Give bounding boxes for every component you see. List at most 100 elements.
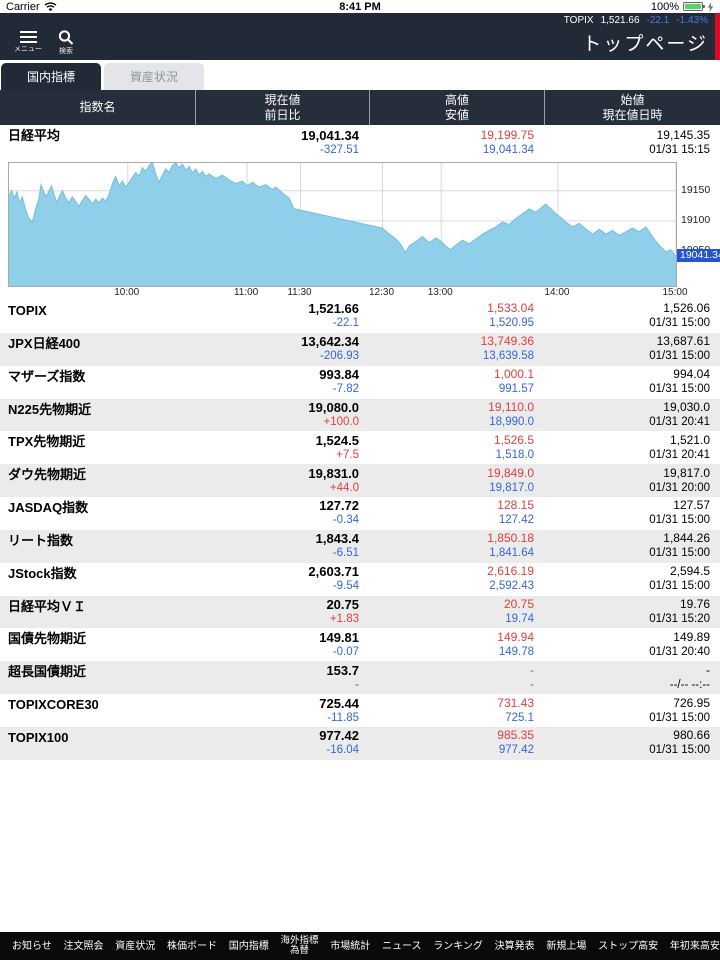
tab-domestic-indices[interactable]: 国内指標 [1,63,101,90]
high-value: 19,849.0 [369,466,534,481]
change-value: -0.07 [195,645,359,660]
low-value: 1,841.64 [369,546,534,561]
empty-area [0,760,720,932]
index-row[interactable]: 日経平均ＶＩ 20.75 +1.83 20.75 19.74 19.76 01/… [0,596,720,629]
bottom-nav-item[interactable]: 国内指標 [229,941,269,952]
bottom-nav-item[interactable]: 資産状況 [115,941,155,952]
quote-datetime: 01/31 15:00 [544,711,710,726]
quote-datetime: 01/31 20:41 [544,415,710,430]
change-value: - [195,678,359,693]
status-bar: Carrier 8:41 PM 100% [0,0,720,13]
open-value: 2,594.5 [544,564,710,579]
change-value: -327.51 [195,143,359,158]
change-value: +7.5 [195,448,359,463]
low-value: 991.57 [369,382,534,397]
index-row[interactable]: リート指数 1,843.4 -6.51 1,850.18 1,841.64 1,… [0,530,720,563]
index-row[interactable]: JASDAQ指数 127.72 -0.34 128.15 127.42 127.… [0,497,720,530]
index-row[interactable]: TOPIX 1,521.66 -22.1 1,533.04 1,520.95 1… [0,300,720,333]
bottom-nav-item[interactable]: 新規上場 [546,941,586,952]
open-value: 13,687.61 [544,334,710,349]
current-value: 993.84 [195,367,359,382]
low-value: 19,041.34 [369,143,534,158]
index-name: TOPIX100 [0,727,195,760]
open-value: 1,844.26 [544,531,710,546]
search-icon [58,30,74,45]
index-name: JPX日経400 [0,333,195,366]
current-value: 127.72 [195,498,359,513]
ticker-change: -22.1 [647,15,670,26]
quote-datetime: 01/31 15:00 [544,382,710,397]
current-value: 2,603.71 [195,564,359,579]
current-value: 153.7 [195,663,359,678]
bottom-nav-item[interactable]: 海外指標為替 [280,936,318,956]
nikkei-intraday-chart: 191501910019050 19041.34 10:0011:0011:30… [0,160,720,300]
bottom-nav-item[interactable]: ランキング [433,941,483,952]
index-row[interactable]: TOPIX100 977.42 -16.04 985.35 977.42 980… [0,727,720,760]
x-tick-label: 11:30 [277,287,321,298]
low-value: 977.42 [369,743,534,758]
bottom-nav-item[interactable]: 株価ボード [167,941,217,952]
current-value: 1,524.5 [195,433,359,448]
ticker-symbol: TOPIX [564,15,594,26]
bottom-nav-item[interactable]: ストップ高安 [598,941,658,952]
x-tick-label: 13:00 [418,287,462,298]
bottom-nav-item[interactable]: 市場統計 [330,941,370,952]
carrier-label: Carrier [6,1,40,13]
index-row[interactable]: JPX日経400 13,642.34 -206.93 13,749.36 13,… [0,333,720,366]
menu-button[interactable]: メニュー [14,31,42,54]
search-label: 検索 [59,46,73,56]
index-name: 超長国債期近 [0,661,195,694]
high-value: 149.94 [369,630,534,645]
quote-datetime: 01/31 20:41 [544,448,710,463]
header-open-datetime: 始値現在値日時 [544,90,720,125]
clock: 8:41 PM [339,1,381,13]
x-tick-label: 14:00 [535,287,579,298]
index-row[interactable]: N225先物期近 19,080.0 +100.0 19,110.0 18,990… [0,399,720,432]
index-row[interactable]: TOPIXCORE30 725.44 -11.85 731.43 725.1 7… [0,694,720,727]
current-value: 19,041.34 [195,128,359,143]
high-value: 731.43 [369,696,534,711]
index-row[interactable]: マザーズ指数 993.84 -7.82 1,000.1 991.57 994.0… [0,366,720,399]
change-value: -0.34 [195,513,359,528]
quote-datetime: 01/31 20:00 [544,481,710,496]
current-value: 1,843.4 [195,531,359,546]
x-tick-label: 15:00 [653,287,697,298]
current-price-tag: 19041.34 [677,249,720,262]
bottom-nav-item[interactable]: ニュース [382,941,422,952]
change-value: +44.0 [195,481,359,496]
index-name: 日経平均 [0,125,195,160]
change-value: +100.0 [195,415,359,430]
wifi-icon [44,2,57,12]
high-value: 128.15 [369,498,534,513]
high-value: 1,533.04 [369,301,534,316]
index-row[interactable]: 超長国債期近 153.7 - - - - --/-- --:-- [0,661,720,694]
low-value: 1,520.95 [369,316,534,331]
low-value: 19.74 [369,612,534,627]
change-value: -6.51 [195,546,359,561]
high-value: 1,000.1 [369,367,534,382]
open-value: 127.57 [544,498,710,513]
bottom-nav-item[interactable]: 年初来高安 [670,941,720,952]
table-header: 指数名 現在値前日比 高値安値 始値現在値日時 [0,90,720,125]
search-button[interactable]: 検索 [58,30,74,56]
bottom-nav-item[interactable]: 注文照会 [64,941,104,952]
x-tick-label: 11:00 [224,287,268,298]
index-row[interactable]: 国債先物期近 149.81 -0.07 149.94 149.78 149.89… [0,628,720,661]
index-row[interactable]: TPX先物期近 1,524.5 +7.5 1,526.5 1,518.0 1,5… [0,431,720,464]
high-value: 20.75 [369,597,534,612]
index-row[interactable]: JStock指数 2,603.71 -9.54 2,616.19 2,592.4… [0,563,720,596]
current-value: 20.75 [195,597,359,612]
high-value: 985.35 [369,728,534,743]
tab-bar: 国内指標 資産状況 [0,60,720,90]
change-value: -16.04 [195,743,359,758]
current-value: 725.44 [195,696,359,711]
bottom-nav-item[interactable]: 決算発表 [495,941,535,952]
index-name: 国債先物期近 [0,628,195,661]
change-value: +1.83 [195,612,359,627]
tab-asset-status[interactable]: 資産状況 [104,63,204,90]
index-row-nikkei[interactable]: 日経平均 19,041.34 -327.51 19,199.75 19,041.… [0,125,720,160]
battery-icon [683,2,703,11]
index-name: 日経平均ＶＩ [0,596,195,629]
index-row[interactable]: ダウ先物期近 19,831.0 +44.0 19,849.0 19,817.0 … [0,464,720,497]
bottom-nav-item[interactable]: お知らせ [12,941,52,952]
